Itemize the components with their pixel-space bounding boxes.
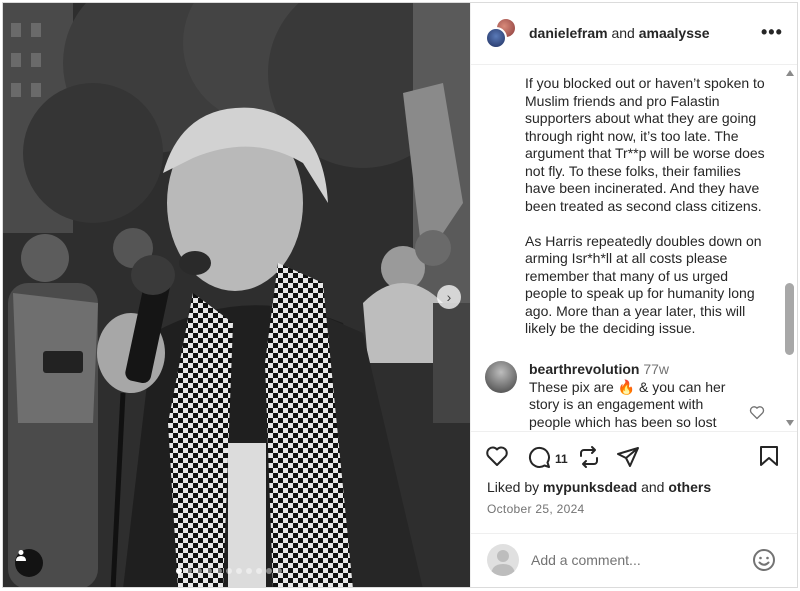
carousel-dot [206, 568, 212, 574]
carousel-dot [186, 568, 192, 574]
user-tag-button[interactable] [15, 549, 43, 577]
post-caption: If you blocked out or haven’t spoken to … [525, 75, 771, 355]
bookmark-icon [760, 446, 778, 466]
carousel-dot [256, 568, 262, 574]
post-date[interactable]: October 25, 2024 [487, 502, 585, 516]
author-names: danielefram and amaalysse [529, 25, 710, 41]
heart-icon [749, 406, 765, 420]
carousel-next-button[interactable]: › [437, 285, 461, 309]
collab-avatars[interactable] [485, 17, 519, 51]
comment-body: bearthrevolution 77w These pix are 🔥 & y… [529, 361, 729, 431]
post-photo[interactable]: › [3, 3, 470, 587]
likes-others-link[interactable]: others [668, 479, 711, 495]
save-button[interactable] [759, 445, 779, 472]
author-username-link[interactable]: danielefram [529, 25, 608, 41]
heart-icon [486, 446, 508, 466]
fire-emoji: 🔥 [617, 378, 636, 395]
post-actions: 11 [471, 433, 797, 479]
carousel-dot [196, 568, 202, 574]
more-icon[interactable]: ••• [761, 22, 783, 43]
scroll-up-arrow-icon[interactable] [786, 70, 794, 76]
carousel-indicator [176, 568, 282, 574]
comment-count: 11 [555, 452, 568, 466]
comment-timestamp[interactable]: 77w [643, 361, 669, 377]
emoji-icon [753, 549, 775, 571]
carousel-dot [226, 568, 232, 574]
add-comment-bar [471, 533, 797, 587]
emoji-button[interactable] [752, 548, 776, 577]
comment-icon [528, 446, 550, 468]
comment-button[interactable] [527, 445, 551, 474]
scrollbar[interactable] [783, 65, 797, 431]
post-modal: › danielefram and amaalysse ••• If you b… [2, 2, 798, 588]
carousel-dot [236, 568, 242, 574]
comment-text: These pix are [529, 378, 618, 395]
user-tag-icon [16, 550, 26, 561]
carousel-dot [176, 568, 182, 574]
carousel-dot [246, 568, 252, 574]
likes-summary: Liked by mypunksdead and others [487, 479, 711, 495]
repost-icon [580, 446, 598, 468]
caption-paragraph: If you blocked out or haven’t spoken to … [525, 75, 765, 214]
scrollbar-thumb[interactable] [785, 283, 794, 355]
caption-paragraph: As Harris repeatedly doubles down on arm… [525, 232, 762, 337]
post-details-panel: danielefram and amaalysse ••• If you blo… [470, 3, 797, 587]
carousel-dot [216, 568, 222, 574]
chevron-right-icon: › [446, 289, 452, 305]
likes-prefix: Liked by [487, 479, 540, 495]
avatar [485, 27, 507, 49]
comment-username-link[interactable]: bearthrevolution [529, 361, 639, 377]
collaborator-username-link[interactable]: amaalysse [639, 25, 710, 41]
carousel-dot [266, 568, 272, 574]
scroll-down-arrow-icon[interactable] [786, 420, 794, 426]
comments-scroll-area[interactable]: If you blocked out or haven’t spoken to … [471, 65, 797, 432]
add-comment-input[interactable] [531, 552, 751, 568]
carousel-dot [276, 568, 282, 574]
liker-username-link[interactable]: mypunksdead [543, 479, 637, 495]
avatar[interactable] [485, 361, 517, 393]
like-button[interactable] [485, 445, 509, 472]
default-avatar-icon [491, 550, 515, 576]
repost-button[interactable] [577, 445, 601, 474]
likes-joiner: and [641, 479, 665, 495]
comment-like-button[interactable] [749, 405, 765, 425]
author-joiner: and [611, 25, 635, 41]
avatar [487, 544, 519, 576]
share-button[interactable] [616, 445, 640, 474]
share-icon [617, 447, 639, 467]
photo-illustration [3, 3, 470, 587]
post-header: danielefram and amaalysse ••• [471, 3, 797, 65]
